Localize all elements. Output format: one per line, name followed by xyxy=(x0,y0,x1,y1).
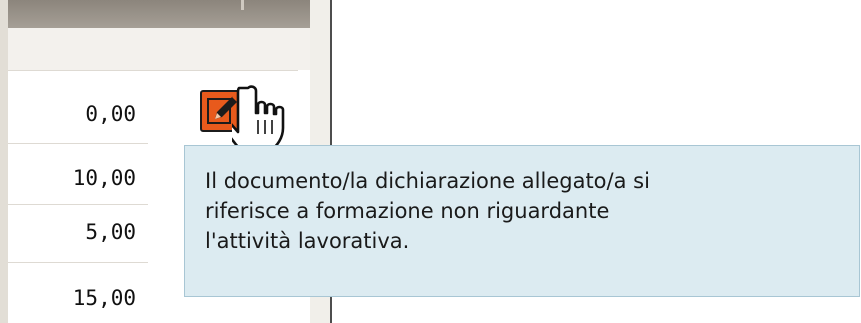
table-header-spacer xyxy=(8,28,318,70)
table-cell-value: 0,00 xyxy=(85,102,136,126)
page-background xyxy=(0,0,8,323)
table-cell-value: 5,00 xyxy=(85,220,136,244)
table-header-bar xyxy=(8,0,318,28)
screen: 0,00 10,00 5,00 15,00 Il documento/la di… xyxy=(0,0,861,323)
table-cell-value: 15,00 xyxy=(72,286,136,310)
tooltip-line: riferisce a formazione non riguardante xyxy=(205,199,610,223)
tooltip-line: Il documento/la dichiarazione allegato/a… xyxy=(205,169,650,193)
row-divider xyxy=(8,143,148,144)
column-resize-handle[interactable] xyxy=(241,0,244,10)
row-divider xyxy=(8,204,148,205)
tooltip-line: l'attività lavorativa. xyxy=(205,229,410,253)
row-divider xyxy=(8,70,298,71)
row-divider xyxy=(8,262,148,263)
tooltip: Il documento/la dichiarazione allegato/a… xyxy=(184,145,860,297)
table-cell-value: 10,00 xyxy=(72,166,136,190)
